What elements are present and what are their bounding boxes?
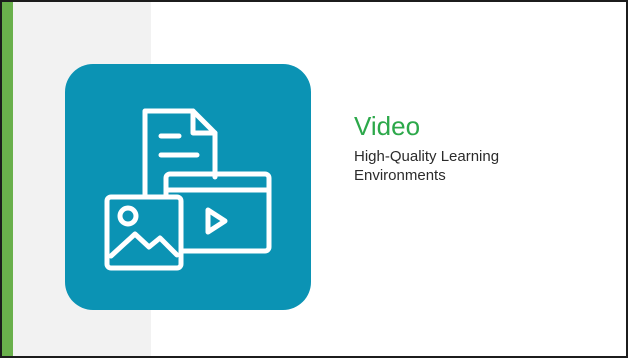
slide: Video High-Quality Learning Environments bbox=[0, 0, 628, 358]
accent-bar bbox=[2, 2, 13, 356]
slide-title: Video bbox=[354, 111, 421, 141]
media-icon-tile bbox=[65, 64, 311, 310]
text-block: Video High-Quality Learning Environments bbox=[354, 111, 594, 185]
slide-subtitle: High-Quality Learning Environments bbox=[354, 148, 500, 184]
video-document-media-icon bbox=[104, 108, 272, 271]
